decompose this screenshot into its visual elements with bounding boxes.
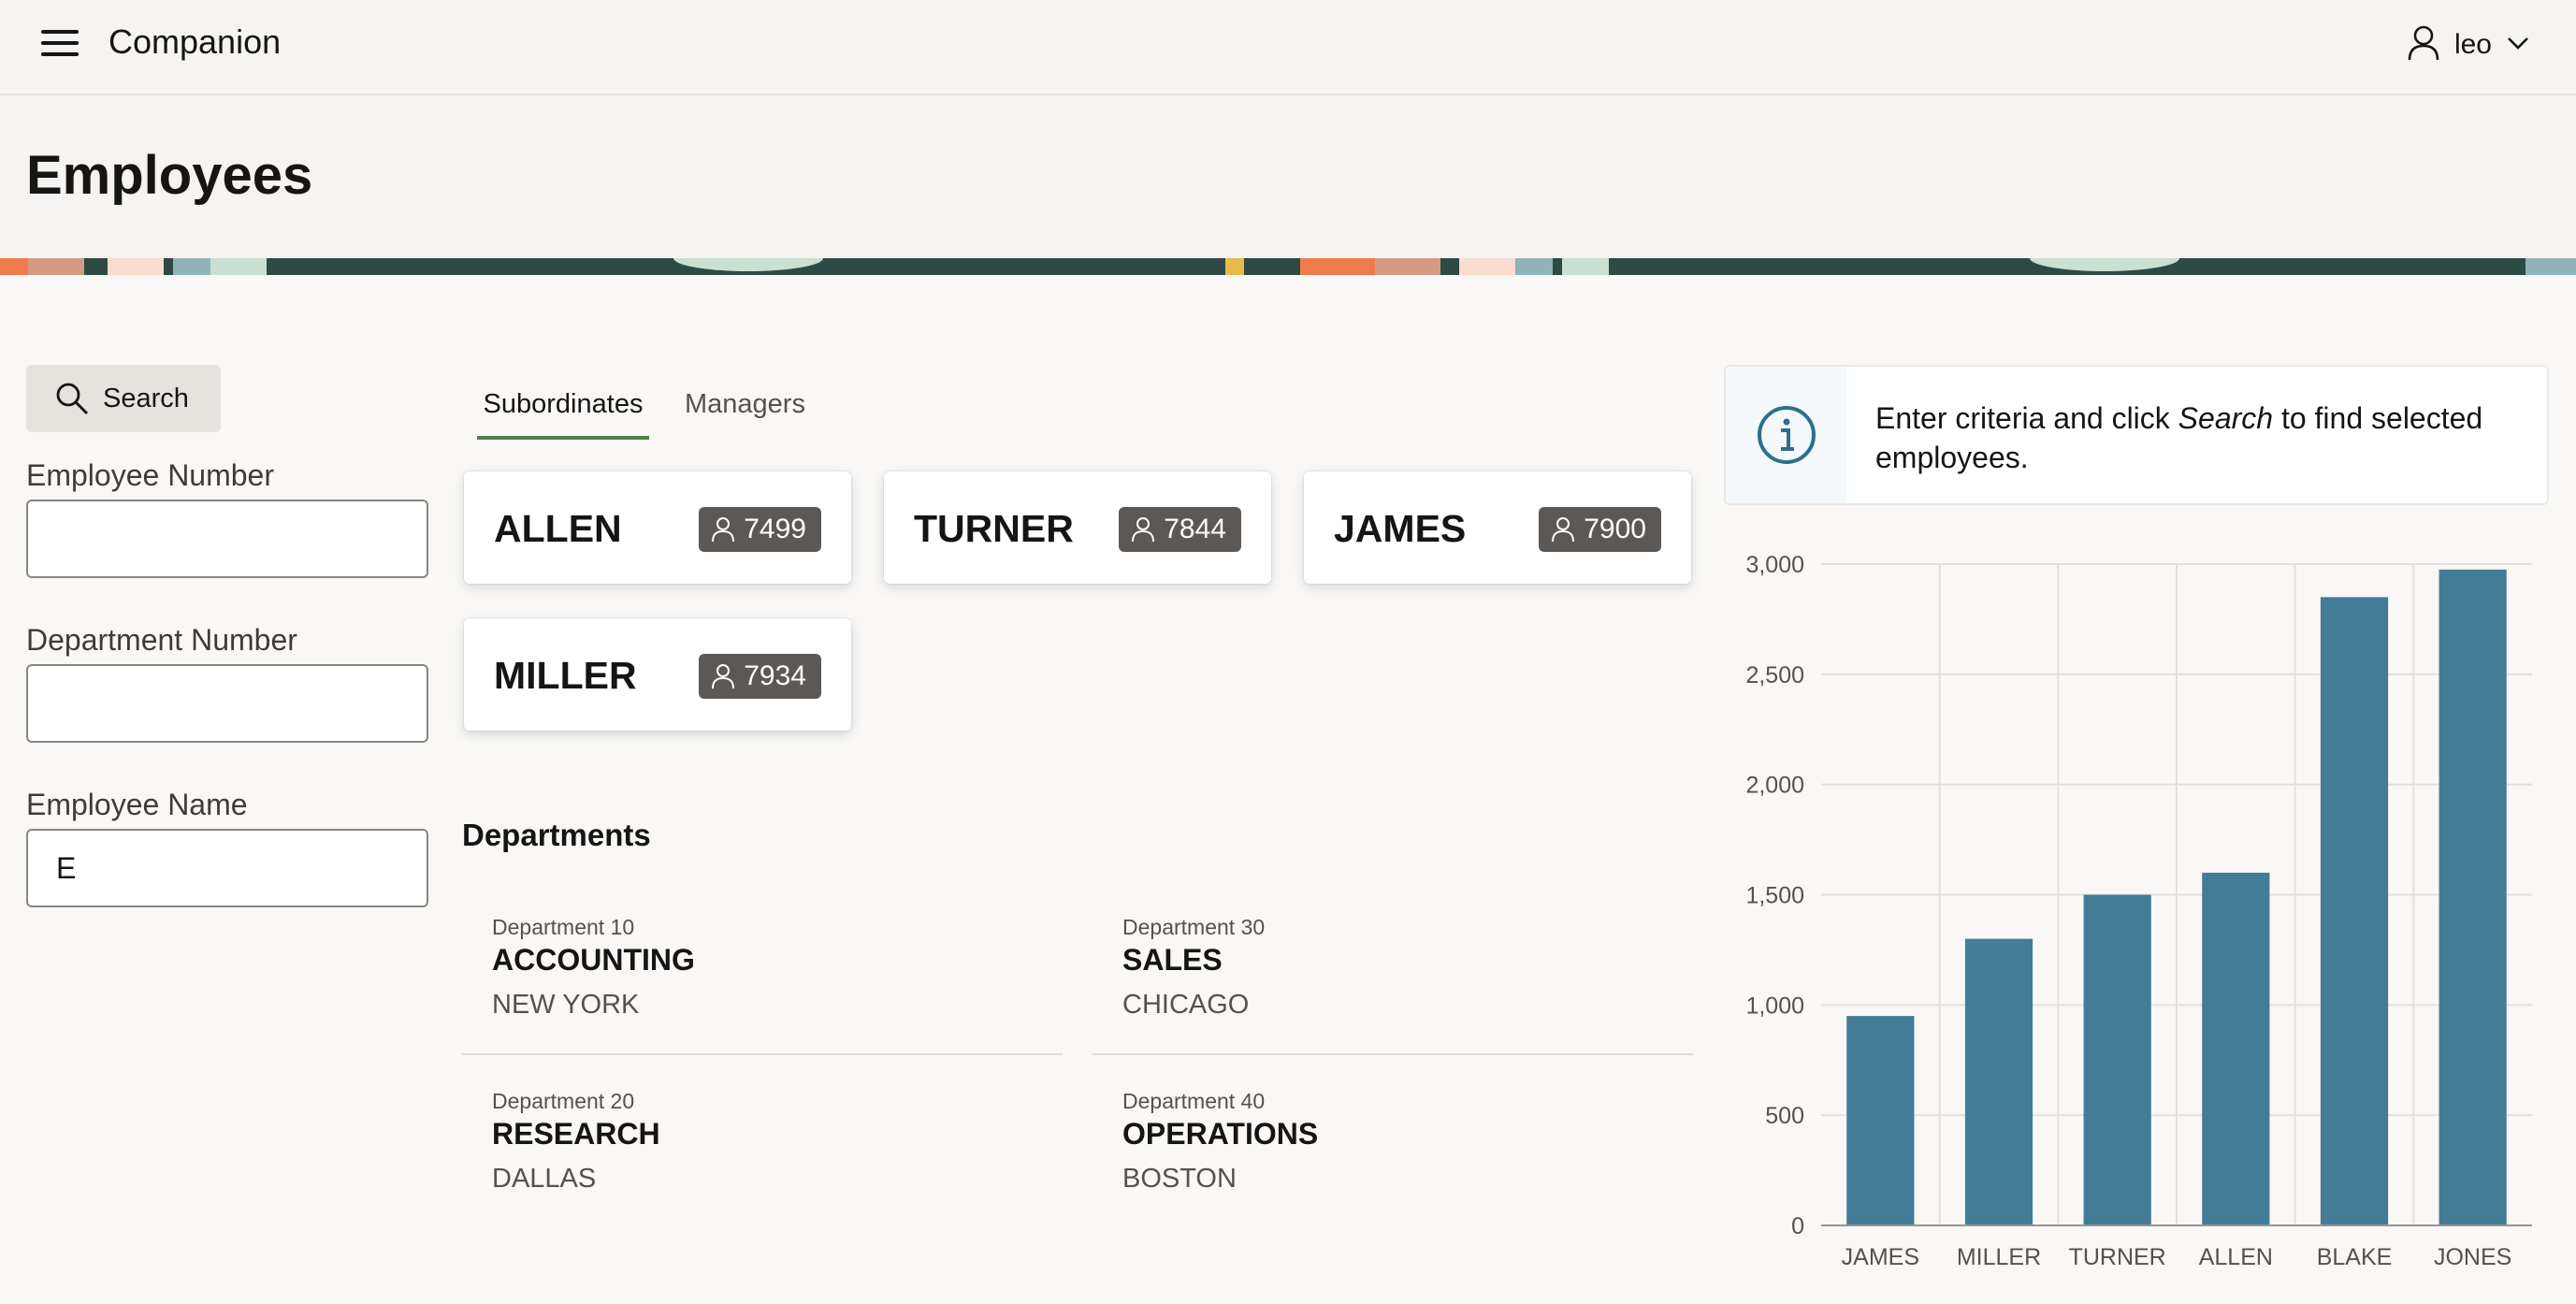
departments-heading: Departments (462, 818, 651, 852)
employee-number-badge: 7499 (699, 507, 821, 552)
employee-card[interactable]: TURNER 7844 (884, 471, 1271, 584)
person-icon (1552, 517, 1575, 543)
employee-card[interactable]: JAMES 7900 (1304, 471, 1691, 584)
employee-name: MILLER (494, 654, 637, 697)
page-title: Employees (26, 145, 313, 206)
department-name: OPERATIONS (1122, 1117, 1319, 1151)
employee-number: 7844 (1164, 514, 1226, 544)
decorative-banner (0, 258, 2576, 275)
x-tick-label: JAMES (1842, 1244, 1919, 1270)
x-tick-label: MILLER (1957, 1244, 2041, 1270)
y-tick-label: 2,500 (1745, 662, 1804, 688)
info-message: Enter criteria and click Search to find … (1724, 365, 2549, 505)
department-item[interactable]: Department 40 OPERATIONS BOSTON (1093, 1089, 1691, 1263)
department-name: ACCOUNTING (492, 943, 695, 977)
bar-allen[interactable] (2202, 872, 2270, 1225)
x-tick-label: BLAKE (2317, 1244, 2393, 1270)
department-location: DALLAS (492, 1164, 597, 1194)
department-number-input[interactable] (26, 664, 428, 743)
info-text-emphasis: Search (2178, 401, 2274, 435)
salary-bar-chart: 0 500 1,000 1,500 2,000 2,500 3,000 JAMES MILLER… (1745, 552, 2532, 1270)
employee-name: ALLEN (494, 507, 622, 550)
department-item[interactable]: Department 10 ACCOUNTING NEW YORK (462, 915, 1061, 1089)
page-title-region: Employees (0, 95, 2576, 260)
user-menu[interactable]: leo (2408, 22, 2529, 67)
department-number: Department 40 (1122, 1089, 1266, 1113)
employee-number-badge: 7844 (1119, 507, 1241, 552)
search-button-label: Search (103, 383, 189, 413)
search-icon (54, 381, 90, 416)
person-icon (712, 517, 735, 543)
top-navigation-bar: Companion leo (0, 0, 2576, 95)
chevron-down-icon (2507, 36, 2529, 55)
bar-blake[interactable] (2320, 597, 2389, 1225)
person-icon (712, 664, 735, 689)
x-tick-label: JONES (2434, 1244, 2511, 1270)
person-icon (1132, 517, 1155, 543)
employee-card[interactable]: ALLEN 7499 (464, 471, 851, 584)
department-item[interactable]: Department 20 RESEARCH DALLAS (462, 1089, 1061, 1263)
department-item[interactable]: Department 30 SALES CHICAGO (1093, 915, 1691, 1089)
department-location: CHICAGO (1122, 990, 1250, 1020)
y-tick-label: 500 (1765, 1103, 1804, 1129)
y-tick-label: 1,000 (1745, 992, 1804, 1019)
employee-number: 7900 (1584, 514, 1646, 544)
bar-jones[interactable] (2439, 569, 2507, 1225)
tab-managers[interactable]: Managers (685, 374, 805, 440)
info-icon (1758, 406, 1816, 464)
department-location: NEW YORK (492, 990, 640, 1020)
employee-number-label: Employee Number (26, 458, 274, 492)
department-number: Department 10 (492, 915, 635, 939)
bar-miller[interactable] (1964, 938, 2033, 1225)
info-text-part: Enter criteria and click (1875, 401, 2178, 435)
employee-number: 7934 (744, 660, 806, 691)
x-tick-label: TURNER (2069, 1244, 2166, 1270)
user-icon (2408, 24, 2439, 66)
divider (1093, 1053, 1693, 1055)
employee-name-label: Employee Name (26, 788, 248, 821)
employee-name: JAMES (1334, 507, 1467, 550)
y-tick-label: 1,500 (1745, 883, 1804, 909)
tab-subordinates[interactable]: Subordinates (477, 374, 649, 440)
employee-name-input[interactable] (26, 829, 428, 907)
y-tick-label: 2,000 (1745, 773, 1804, 799)
department-number: Department 30 (1122, 915, 1266, 939)
user-name: leo (2453, 29, 2492, 60)
info-text: Enter criteria and click Search to find … (1875, 398, 2530, 477)
department-location: BOSTON (1122, 1164, 1237, 1194)
app-title[interactable]: Companion (109, 22, 281, 62)
employee-number-badge: 7934 (699, 654, 821, 699)
hamburger-menu-icon[interactable] (41, 28, 79, 58)
department-number-label: Department Number (26, 623, 297, 657)
y-tick-label: 3,000 (1745, 552, 1804, 578)
department-name: SALES (1122, 943, 1223, 977)
search-button[interactable]: Search (26, 365, 221, 432)
department-number: Department 20 (492, 1089, 635, 1113)
y-tick-label: 0 (1791, 1213, 1804, 1239)
bar-turner[interactable] (2083, 894, 2151, 1226)
divider (462, 1053, 1063, 1055)
employee-number-badge: 7900 (1539, 507, 1661, 552)
bar-james[interactable] (1846, 1016, 1915, 1225)
employee-number-input[interactable] (26, 500, 428, 578)
employee-number: 7499 (744, 514, 806, 544)
employee-card[interactable]: MILLER 7934 (464, 618, 851, 731)
department-name: RESEARCH (492, 1117, 660, 1151)
info-icon-area (1726, 367, 1847, 503)
x-tick-label: ALLEN (2199, 1244, 2273, 1270)
employee-name: TURNER (914, 507, 1074, 550)
